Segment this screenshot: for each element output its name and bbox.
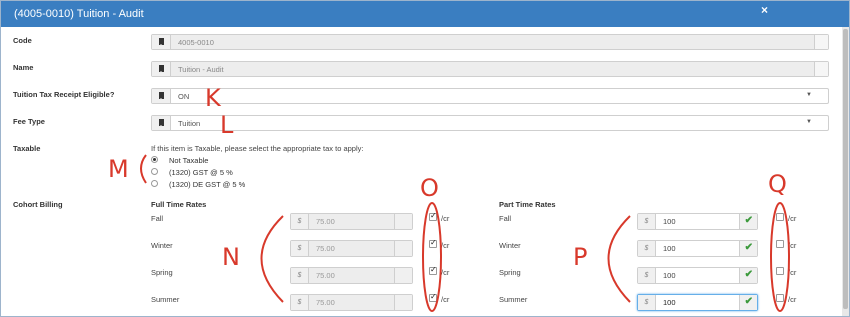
annotation-q-ellipse — [770, 202, 790, 312]
annotation-n-bracket — [260, 215, 284, 303]
annotation-o: O — [420, 174, 439, 202]
annotation-p: P — [573, 243, 588, 271]
annotation-m: M — [108, 155, 129, 183]
annotation-l: L — [220, 111, 234, 139]
annotation-k: K — [205, 84, 221, 112]
annotation-p-bracket — [607, 215, 631, 303]
annotation-m-bracket — [140, 154, 147, 184]
annotation-q: Q — [768, 170, 787, 198]
annotation-o-ellipse — [422, 202, 442, 312]
annotation-n: N — [222, 243, 240, 271]
